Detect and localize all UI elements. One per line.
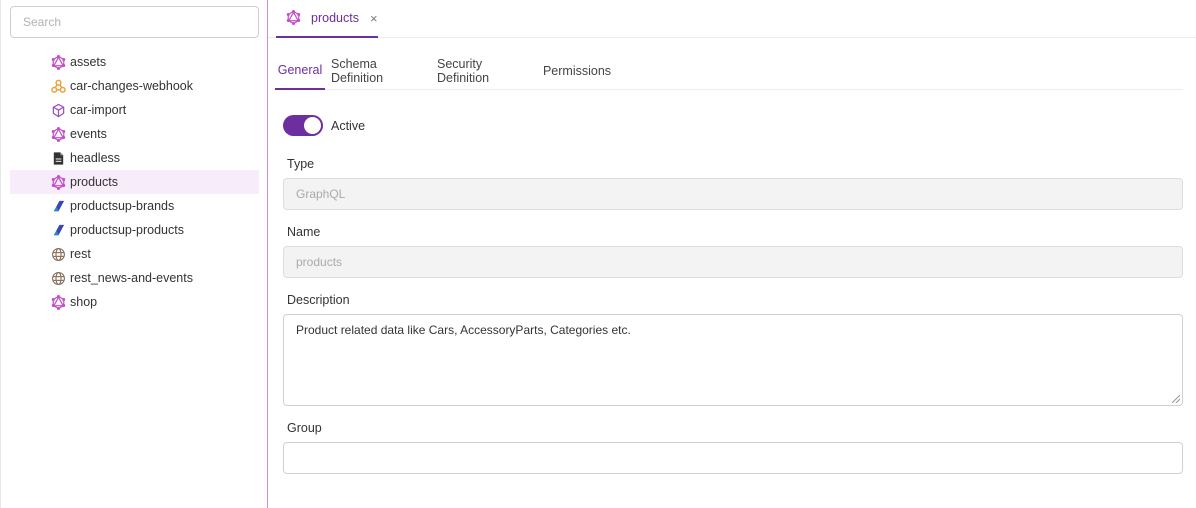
tree-item-label: assets bbox=[70, 55, 107, 69]
tree-item-car-import[interactable]: car-import bbox=[10, 98, 259, 122]
tree-item-label: shop bbox=[70, 295, 98, 309]
active-toggle[interactable] bbox=[283, 115, 323, 136]
settings-tabs: General Schema Definition Security Defin… bbox=[275, 52, 1183, 90]
type-value: GraphQL bbox=[296, 187, 346, 201]
import-icon bbox=[50, 102, 66, 118]
webhook-icon bbox=[50, 78, 66, 94]
type-field: GraphQL bbox=[283, 178, 1183, 210]
graphql-icon bbox=[50, 174, 66, 190]
description-value: Product related data like Cars, Accessor… bbox=[296, 323, 631, 337]
document-tabbar: products × bbox=[268, 0, 1196, 38]
group-input[interactable] bbox=[283, 442, 1183, 474]
name-field: products bbox=[283, 246, 1183, 278]
tree-item-shop[interactable]: shop bbox=[10, 290, 259, 314]
graphql-icon bbox=[50, 294, 66, 310]
tree-item-car-changes-webhook[interactable]: car-changes-webhook bbox=[10, 74, 259, 98]
graphql-icon bbox=[50, 54, 66, 70]
tree-item-productsup-brands[interactable]: productsup-brands bbox=[10, 194, 259, 218]
tab-general[interactable]: General bbox=[275, 52, 325, 90]
active-label: Active bbox=[331, 119, 366, 133]
close-tab-icon[interactable]: × bbox=[370, 11, 378, 26]
type-label: Type bbox=[287, 157, 315, 171]
document-tab-label: products bbox=[311, 11, 359, 25]
tab-security-definition[interactable]: Security Definition bbox=[437, 52, 537, 90]
tree-item-events[interactable]: events bbox=[10, 122, 259, 146]
app-window: assets car-changes-webhook car-import bbox=[0, 0, 1196, 508]
description-textarea[interactable]: Product related data like Cars, Accessor… bbox=[283, 314, 1183, 406]
globe-icon bbox=[50, 270, 66, 286]
tab-permissions[interactable]: Permissions bbox=[543, 52, 611, 90]
tree-item-label: events bbox=[70, 127, 107, 141]
sidebar: assets car-changes-webhook car-import bbox=[0, 0, 268, 508]
tree-item-label: rest bbox=[70, 247, 91, 261]
tree-item-label: rest_news-and-events bbox=[70, 271, 193, 285]
file-icon bbox=[50, 150, 66, 166]
tab-schema-definition[interactable]: Schema Definition bbox=[331, 52, 429, 90]
tree-item-label: car-import bbox=[70, 103, 127, 117]
graphql-icon bbox=[50, 126, 66, 142]
tree-item-label: headless bbox=[70, 151, 121, 165]
tree-item-products[interactable]: products bbox=[10, 170, 259, 194]
name-value: products bbox=[296, 255, 343, 269]
tree-item-label: productsup-products bbox=[70, 223, 184, 237]
tree-item-productsup-products[interactable]: productsup-products bbox=[10, 218, 259, 242]
api-tree: assets car-changes-webhook car-import ev… bbox=[10, 50, 259, 314]
tree-item-rest[interactable]: rest bbox=[10, 242, 259, 266]
tree-item-label: products bbox=[70, 175, 118, 189]
tree-item-assets[interactable]: assets bbox=[10, 50, 259, 74]
tree-item-rest-news-and-events[interactable]: rest_news-and-events bbox=[10, 266, 259, 290]
group-label: Group bbox=[287, 421, 322, 435]
main-panel: products × General Schema Definition Sec… bbox=[268, 0, 1196, 508]
tree-item-headless[interactable]: headless bbox=[10, 146, 259, 170]
search-input[interactable] bbox=[10, 6, 259, 38]
name-label: Name bbox=[287, 225, 321, 239]
resize-handle-icon[interactable] bbox=[1172, 395, 1180, 403]
globe-icon bbox=[50, 246, 66, 262]
productsup-icon bbox=[50, 222, 66, 238]
description-label: Description bbox=[287, 293, 350, 307]
tree-item-label: car-changes-webhook bbox=[70, 79, 193, 93]
graphql-icon bbox=[286, 10, 302, 26]
productsup-icon bbox=[50, 198, 66, 214]
toggle-knob bbox=[304, 117, 321, 134]
tree-item-label: productsup-brands bbox=[70, 199, 175, 213]
document-tab-products[interactable]: products × bbox=[276, 0, 378, 38]
